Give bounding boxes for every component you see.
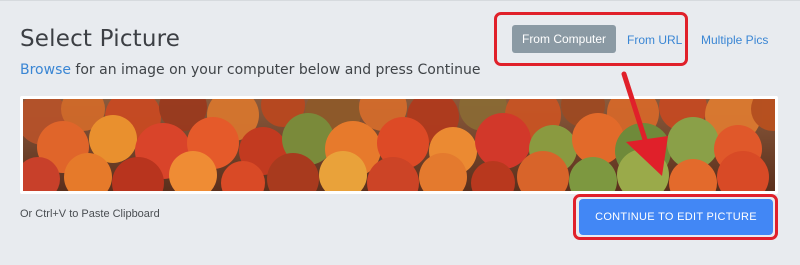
browse-link[interactable]: Browse bbox=[20, 62, 71, 78]
tab-multiple-pics[interactable]: Multiple Pics bbox=[701, 33, 768, 47]
top-divider bbox=[0, 0, 800, 1]
autumn-forest-photo bbox=[23, 99, 775, 191]
tab-from-computer[interactable]: From Computer bbox=[512, 25, 616, 53]
subtitle-text: for an image on your computer below and … bbox=[70, 62, 481, 78]
page-subtitle: Browse for an image on your computer bel… bbox=[20, 62, 480, 78]
paste-clipboard-hint: Or Ctrl+V to Paste Clipboard bbox=[20, 208, 160, 220]
page-title: Select Picture bbox=[20, 26, 181, 52]
tab-from-url[interactable]: From URL bbox=[627, 33, 682, 47]
image-preview-dropzone[interactable] bbox=[20, 96, 778, 194]
continue-to-edit-button[interactable]: CONTINUE TO EDIT PICTURE bbox=[579, 199, 773, 235]
